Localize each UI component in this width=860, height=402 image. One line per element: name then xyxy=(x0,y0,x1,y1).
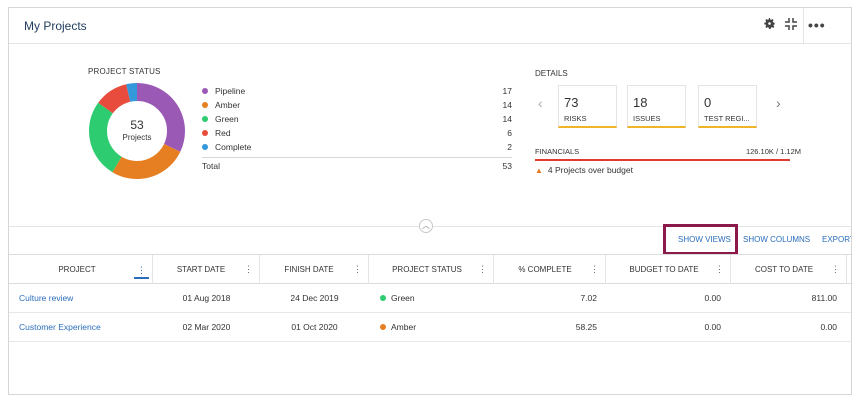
legend-value: 14 xyxy=(502,100,512,110)
header-separator xyxy=(803,8,804,44)
start-date-cell: 01 Aug 2018 xyxy=(182,293,231,303)
legend-item-green[interactable]: Green 14 xyxy=(202,113,512,127)
column-label: PROJECT xyxy=(58,265,96,274)
column-header-percent-complete[interactable]: % COMPLETE ⋮ xyxy=(494,255,606,284)
project-link[interactable]: Customer Experience xyxy=(19,313,101,342)
budget-cell: 0.00 xyxy=(704,293,721,303)
start-date-cell: 02 Mar 2020 xyxy=(182,322,231,332)
status-legend: Pipeline 17 Amber 14 Green 14 Red 6 Comp… xyxy=(202,85,512,174)
more-icon[interactable]: ••• xyxy=(808,17,825,33)
column-menu-icon[interactable]: ⋮ xyxy=(244,255,253,284)
test-register-card[interactable]: 0 TEST REGI... xyxy=(698,85,757,128)
legend-total-row: Total 53 xyxy=(202,160,512,174)
column-menu-icon[interactable]: ⋮ xyxy=(715,255,724,284)
export-button[interactable]: EXPORT xyxy=(822,235,851,244)
column-label: % COMPLETE xyxy=(518,265,572,274)
donut-center-label: Projects xyxy=(122,133,152,142)
legend-item-pipeline[interactable]: Pipeline 17 xyxy=(202,85,512,99)
legend-value: 14 xyxy=(502,114,512,124)
project-link[interactable]: Culture review xyxy=(19,284,73,313)
compress-icon[interactable] xyxy=(783,17,799,33)
column-menu-icon[interactable]: ⋮ xyxy=(590,255,599,284)
column-menu-icon[interactable]: ⋮ xyxy=(478,255,487,284)
panel-title: My Projects xyxy=(24,19,87,33)
panel-header: My Projects ••• xyxy=(9,8,851,44)
column-menu-icon[interactable]: ⋮ xyxy=(353,255,362,284)
card-value: 18 xyxy=(633,95,648,110)
legend-value: 17 xyxy=(502,86,512,96)
legend-name: Pipeline xyxy=(215,86,246,96)
card-label: TEST REGI... xyxy=(704,114,750,123)
column-header-budget-to-date[interactable]: BUDGET TO DATE ⋮ xyxy=(606,255,731,284)
column-header-cost-to-date[interactable]: COST TO DATE ⋮ xyxy=(731,255,847,284)
status-dot xyxy=(380,324,386,330)
risks-card[interactable]: 73 RISKS xyxy=(558,85,617,128)
legend-divider xyxy=(202,157,512,158)
legend-value: 6 xyxy=(507,128,512,138)
cost-cell: 0.00 xyxy=(820,322,837,332)
cost-cell: 811.00 xyxy=(811,293,837,303)
percent-complete-cell: 58.25 xyxy=(575,322,597,332)
column-label: BUDGET TO DATE xyxy=(629,265,699,274)
chevron-left-icon[interactable]: ‹ xyxy=(538,95,543,111)
finish-date-cell: 24 Dec 2019 xyxy=(290,293,339,303)
status-text: Amber xyxy=(391,322,417,332)
column-header-finish-date[interactable]: FINISH DATE ⋮ xyxy=(260,255,369,284)
legend-dot xyxy=(202,88,208,94)
status-cell: Amber xyxy=(380,313,416,342)
legend-item-amber[interactable]: Amber 14 xyxy=(202,99,512,113)
legend-value: 2 xyxy=(507,142,512,152)
donut-center-number: 53 xyxy=(130,118,144,132)
table-header: PROJECT ⋮ START DATE ⋮ FINISH DATE ⋮ PRO… xyxy=(9,254,851,284)
column-menu-icon[interactable]: ⋮ xyxy=(831,255,840,284)
my-projects-panel: My Projects ••• PROJECT STATUS 53 Projec… xyxy=(8,7,852,395)
total-label: Total xyxy=(202,161,220,171)
column-header-project[interactable]: PROJECT ⋮ xyxy=(9,255,153,284)
project-status-label: PROJECT STATUS xyxy=(88,67,161,76)
card-value: 0 xyxy=(704,95,712,110)
legend-name: Red xyxy=(215,128,231,138)
table-row[interactable]: Customer Experience 02 Mar 2020 01 Oct 2… xyxy=(9,313,851,342)
column-menu-icon[interactable]: ⋮ xyxy=(134,259,149,279)
details-label: DETAILS xyxy=(535,69,568,78)
legend-name: Green xyxy=(215,114,239,124)
status-dot xyxy=(380,295,386,301)
column-header-project-status[interactable]: PROJECT STATUS ⋮ xyxy=(369,255,494,284)
collapse-chevron-up-icon[interactable]: ︿ xyxy=(419,219,433,233)
total-value: 53 xyxy=(502,161,512,171)
legend-item-red[interactable]: Red 6 xyxy=(202,127,512,141)
card-value: 73 xyxy=(564,95,579,110)
column-label: FINISH DATE xyxy=(284,265,334,274)
column-header-start-date[interactable]: START DATE ⋮ xyxy=(153,255,260,284)
warning-icon: ▲ xyxy=(535,166,543,175)
legend-name: Amber xyxy=(215,100,241,110)
legend-dot xyxy=(202,102,208,108)
budget-warning[interactable]: ▲ 4 Projects over budget xyxy=(535,165,633,175)
financials-value: 126.10K / 1.12M xyxy=(745,147,801,156)
gear-icon[interactable] xyxy=(761,17,777,33)
finish-date-cell: 01 Oct 2020 xyxy=(291,322,338,332)
column-label: COST TO DATE xyxy=(754,265,814,274)
status-text: Green xyxy=(391,293,415,303)
legend-dot xyxy=(202,116,208,122)
percent-complete-cell: 7.02 xyxy=(580,293,597,303)
column-label: START DATE xyxy=(176,265,226,274)
card-label: ISSUES xyxy=(633,114,661,123)
financials-label: FINANCIALS xyxy=(535,147,580,156)
column-label: PROJECT STATUS xyxy=(392,265,462,274)
show-columns-button[interactable]: SHOW COLUMNS xyxy=(743,235,810,244)
issues-card[interactable]: 18 ISSUES xyxy=(627,85,686,128)
card-label: RISKS xyxy=(564,114,587,123)
legend-name: Complete xyxy=(215,142,252,152)
legend-dot xyxy=(202,130,208,136)
table-row[interactable]: Culture review 01 Aug 2018 24 Dec 2019 G… xyxy=(9,284,851,313)
legend-dot xyxy=(202,144,208,150)
chevron-right-icon[interactable]: › xyxy=(776,95,781,111)
financials-bar xyxy=(535,159,790,161)
warning-text: 4 Projects over budget xyxy=(547,165,633,175)
show-views-highlight xyxy=(663,224,738,255)
budget-cell: 0.00 xyxy=(704,322,721,332)
status-cell: Green xyxy=(380,284,415,313)
legend-item-complete[interactable]: Complete 2 xyxy=(202,141,512,155)
